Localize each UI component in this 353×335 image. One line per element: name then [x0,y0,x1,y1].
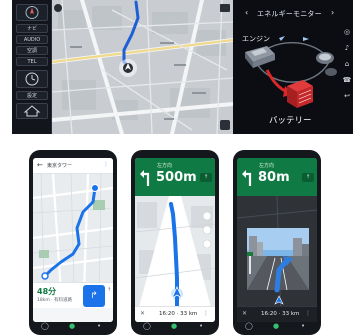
nav-dot-icon[interactable]: • [301,322,305,330]
eta-text: 16:20 · 33 km [261,311,300,317]
lane-hint: ↑ [200,173,212,182]
nav-circle-icon[interactable]: ◯ [245,322,253,330]
phone-screen: ← 東京タワー ⋮ 48分 18km · 有料道路 ↱ ↑ [33,158,113,322]
side-icon-5[interactable]: ↩ [341,92,353,108]
nav-circle-icon[interactable]: ◯ [41,322,49,330]
turn-left-icon [242,170,252,186]
eta-text: 16:20 · 33 km [159,311,198,317]
destination-marker-icon [91,184,99,192]
close-icon[interactable]: ✕ [242,310,247,317]
mic-icon[interactable]: ● [171,322,177,330]
clock-icon [25,72,39,86]
menu-tile-1[interactable]: ナビ [16,24,48,33]
bottom-strip [33,308,113,322]
direction-hint: 左方向 [259,163,275,169]
route-options-icon[interactable]: ⋮ [203,310,209,317]
phone-route-overview: ← 東京タワー ⋮ 48分 18km · 有料道路 ↱ ↑ ◯ ● • [29,150,117,335]
back-arrow-icon[interactable]: ← [37,161,43,169]
menu-tile-nav[interactable] [16,4,48,21]
mic-icon[interactable]: ● [273,322,279,330]
menu-tile-3[interactable]: 空調 [16,46,48,55]
turn-distance: 500m [156,170,197,185]
direction-hint: 左方向 [157,163,173,169]
menu-tile-6[interactable] [16,103,48,119]
home-icon [23,105,41,117]
nav-dot-icon[interactable]: • [199,322,203,330]
start-navigation-button[interactable]: ↱ [83,285,105,307]
side-icon-column: ◎ ♪ ⌂ ☎ ↩ [341,28,353,108]
guidance-banner: 左方向 80m ↑ [237,158,317,196]
menu-tile-2[interactable]: AUDIO [16,35,48,44]
side-icon-2[interactable]: ♪ [341,44,353,60]
guidance-banner: 左方向 500m ↑ [135,158,215,196]
compass-icon [25,6,39,19]
engine-icon [245,46,275,68]
close-icon[interactable]: ✕ [140,310,145,317]
side-icon-1[interactable]: ◎ [341,28,353,44]
map-canvas [52,0,233,134]
search-icon[interactable] [202,225,212,235]
turn-distance: 80m [258,170,290,185]
side-icon-3[interactable]: ⌂ [341,60,353,76]
nav-circle-icon[interactable]: ◯ [143,322,151,330]
phone-turn-guidance: 左方向 500m ↑ ✕ 16:20 · 33 km ⋮ ◯ ● • [131,150,219,335]
nav-dot-icon[interactable]: • [97,322,101,330]
phone-navbar: ◯ ● • [29,322,117,333]
head-unit-map[interactable] [52,0,233,134]
phone-junction-view: 左方向 80m ↑ ✕ 16:20 · 33 km ⋮ ◯ ● • [233,150,321,335]
head-unit-display: ナビ AUDIO 空調 TEL 設定 ‹ エネルギーモニター › エンジン バッ… [12,0,353,134]
search-bar[interactable]: ← 東京タワー ⋮ [33,158,113,174]
eta-bar: ✕ 16:20 · 33 km ⋮ [135,306,215,322]
menu-tile-4[interactable]: TEL [16,57,48,66]
route-options-icon[interactable]: ⋮ [305,310,311,317]
lane-hint: ↑ [302,173,314,182]
engine-label: エンジン [242,35,270,43]
menu-tile-5[interactable]: 設定 [16,91,48,100]
destination-text: 東京タワー [47,163,73,169]
sound-icon[interactable] [202,239,212,249]
junction-illustration [247,228,309,293]
eta-bar: ✕ 16:20 · 33 km ⋮ [237,306,317,322]
battery-icon [287,80,313,108]
compass-icon[interactable] [202,211,212,221]
more-options-icon[interactable]: ⋮ [103,161,109,168]
head-unit-menu-column: ナビ AUDIO 空調 TEL 設定 [12,0,52,134]
route-side-text: ↑ [107,287,112,293]
menu-tile-clock[interactable] [16,70,48,88]
wheel-icon [316,52,337,76]
mic-icon[interactable]: ● [69,322,75,330]
phone-navbar: ◯ ● • [233,322,321,333]
route-details: 18km · 有料道路 [37,298,73,303]
route-duration: 48分 [37,287,57,296]
battery-label: バッテリー [269,116,312,126]
side-icon-4[interactable]: ☎ [341,76,353,92]
phone-screen: 左方向 500m ↑ ✕ 16:20 · 33 km ⋮ [135,158,215,322]
energy-monitor-panel: ‹ エネルギーモニター › エンジン バッテリー ◎ ♪ ⌂ ☎ ↩ [233,0,353,134]
turn-left-icon [140,170,150,186]
phone-navbar: ◯ ● • [131,322,219,333]
origin-marker-icon [41,272,49,280]
phone-screen: 左方向 80m ↑ ✕ 16:20 · 33 km ⋮ [237,158,317,322]
route-summary-card: 48分 18km · 有料道路 ↱ ↑ [33,282,113,308]
